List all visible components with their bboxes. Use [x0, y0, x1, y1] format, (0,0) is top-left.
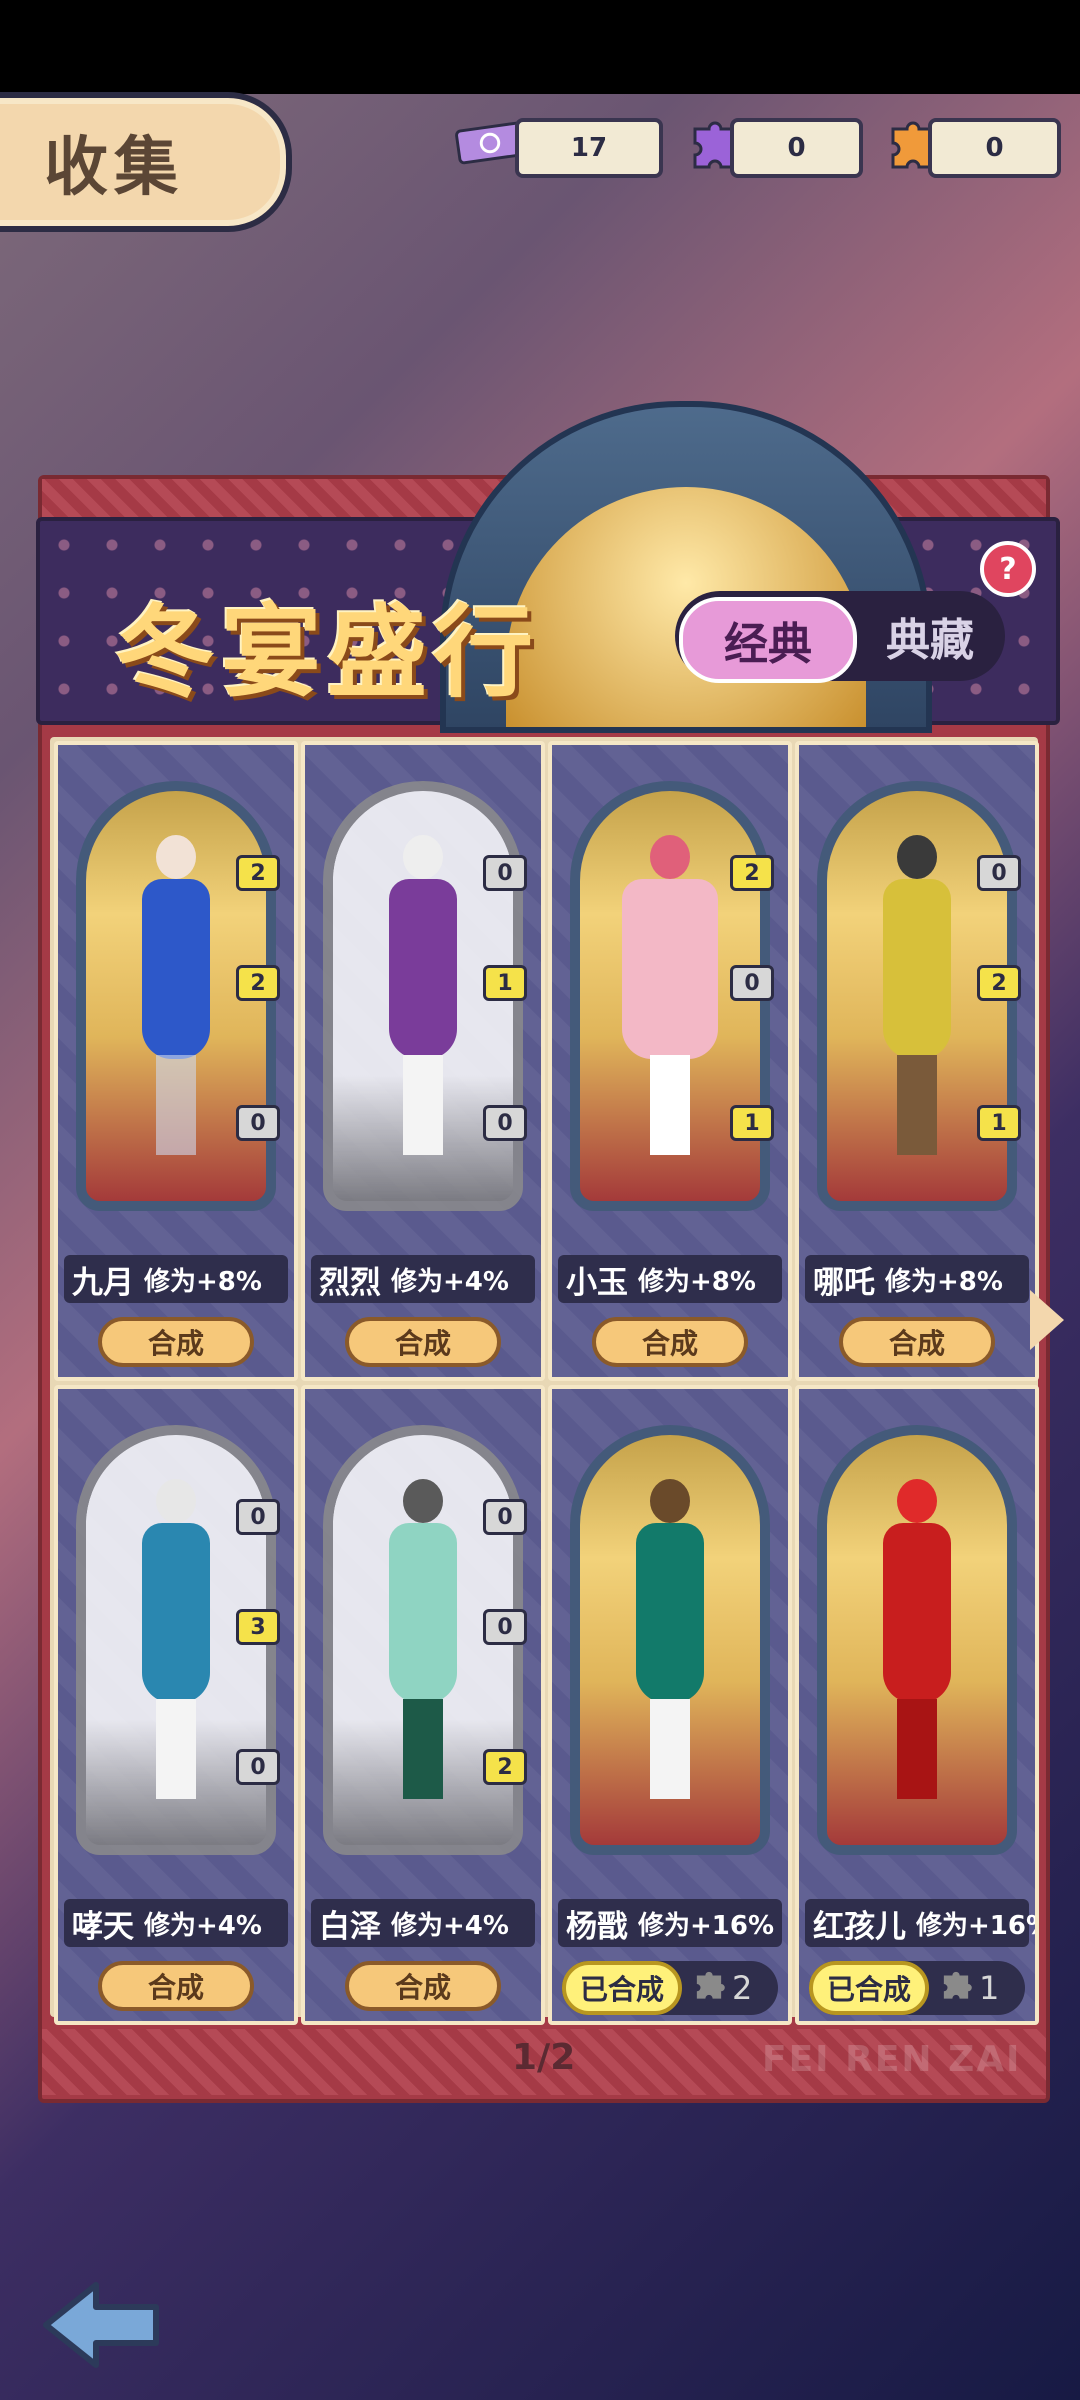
character-name: 杨戬: [566, 1908, 628, 1945]
character-figure: [128, 835, 224, 1155]
purple-puzzle-count: 0: [787, 133, 806, 163]
page-title: 收集: [44, 131, 184, 205]
card-name-bar: 白泽 修为+4%: [311, 1899, 535, 1947]
character-name: 红孩儿: [813, 1908, 906, 1945]
piece-count-badge: 2: [236, 855, 280, 891]
card-grid: 2 2 0 九月 修为+8% 合成 0 1 0 烈烈 修为+4% 合成 2 0 …: [50, 737, 1039, 2025]
synthesized-button[interactable]: 已合成: [809, 1961, 929, 2015]
piece-count-badge: 0: [236, 1105, 280, 1141]
piece-count-badge: 3: [236, 1609, 280, 1645]
bonus-text: 修为+16%: [638, 1910, 775, 1941]
character-figure: [375, 1479, 471, 1799]
piece-count-badge: 1: [977, 1105, 1021, 1141]
piece-count-badge: 0: [977, 855, 1021, 891]
character-name: 哪吒: [813, 1264, 875, 1301]
synthesize-button[interactable]: 合成: [592, 1317, 748, 1367]
synthesized-status: 已合成 2: [562, 1961, 778, 2015]
character-card-xiaotian[interactable]: 0 3 0 哮天 修为+4% 合成: [54, 1385, 298, 2025]
character-card-yangjian[interactable]: 杨戬 修为+16% 已合成 2: [548, 1385, 792, 2025]
piece-count-badge: 1: [483, 965, 527, 1001]
duplicate-count-value: 1: [979, 1969, 1000, 2007]
event-title: 冬宴盛行: [115, 594, 539, 711]
character-card-nezha[interactable]: 0 2 1 哪吒 修为+8% 合成: [795, 741, 1039, 1381]
character-name: 哮天: [72, 1908, 134, 1945]
orange-puzzle-counter: 0: [928, 118, 1061, 178]
bonus-text: 修为+4%: [391, 1266, 509, 1297]
bonus-text: 修为+4%: [391, 1910, 509, 1941]
next-page-arrow-icon[interactable]: [1030, 1290, 1064, 1350]
card-name-bar: 红孩儿 修为+16%: [805, 1899, 1035, 1947]
collection-mode-toggle[interactable]: 经典 典藏: [675, 591, 1005, 683]
page-title-badge: 收集: [0, 92, 292, 232]
character-card-jiuyue[interactable]: 2 2 0 九月 修为+8% 合成: [54, 741, 298, 1381]
bonus-text: 修为+16%: [916, 1910, 1039, 1941]
character-card-lielie[interactable]: 0 1 0 烈烈 修为+4% 合成: [301, 741, 545, 1381]
character-name: 九月: [72, 1264, 134, 1301]
watermark: FEI REN ZAI: [762, 2039, 1022, 2080]
puzzle-piece-icon: [692, 1967, 726, 2009]
character-figure: [375, 835, 471, 1155]
synthesize-button[interactable]: 合成: [98, 1961, 254, 2011]
piece-count-badge: 0: [483, 1499, 527, 1535]
piece-count-badge: 0: [236, 1499, 280, 1535]
piece-count-badge: 0: [483, 1609, 527, 1645]
piece-count-badge: 0: [236, 1749, 280, 1785]
duplicate-count: 1: [939, 1961, 1019, 2015]
character-figure: [869, 1479, 965, 1799]
puzzle-piece-icon: [939, 1967, 973, 2009]
character-figure: [622, 835, 718, 1155]
character-figure: [128, 1479, 224, 1799]
bonus-text: 修为+4%: [144, 1910, 262, 1941]
collector-tab[interactable]: 典藏: [860, 605, 1000, 667]
bonus-text: 修为+8%: [885, 1266, 1003, 1297]
piece-count-badge: 0: [483, 855, 527, 891]
purple-puzzle-counter: 0: [730, 118, 863, 178]
character-name: 烈烈: [319, 1264, 381, 1301]
synthesize-button[interactable]: 合成: [345, 1961, 501, 2011]
synthesized-status: 已合成 1: [809, 1961, 1025, 2015]
card-name-bar: 哪吒 修为+8%: [805, 1255, 1029, 1303]
ticket-count: 17: [570, 133, 608, 163]
piece-count-badge: 0: [483, 1105, 527, 1141]
classic-tab[interactable]: 经典: [679, 597, 857, 683]
bonus-text: 修为+8%: [638, 1266, 756, 1297]
card-name-bar: 哮天 修为+4%: [64, 1899, 288, 1947]
event-banner: 冬宴盛行 经典 典藏 ?: [36, 401, 1060, 733]
synthesize-button[interactable]: 合成: [98, 1317, 254, 1367]
status-bar: [0, 0, 1080, 94]
piece-count-badge: 1: [730, 1105, 774, 1141]
back-button[interactable]: [36, 2275, 166, 2375]
duplicate-count: 2: [692, 1961, 772, 2015]
piece-count-badge: 2: [977, 965, 1021, 1001]
synthesized-button[interactable]: 已合成: [562, 1961, 682, 2015]
piece-count-badge: 2: [730, 855, 774, 891]
character-card-xiaoyu[interactable]: 2 0 1 小玉 修为+8% 合成: [548, 741, 792, 1381]
synthesize-button[interactable]: 合成: [345, 1317, 501, 1367]
character-card-baize[interactable]: 0 0 2 白泽 修为+4% 合成: [301, 1385, 545, 2025]
bonus-text: 修为+8%: [144, 1266, 262, 1297]
character-figure: [622, 1479, 718, 1799]
collection-panel: 冬宴盛行 经典 典藏 ? 2 2 0 九月 修为+8% 合成 0 1 0 烈烈 …: [36, 401, 1060, 2103]
character-name: 小玉: [566, 1264, 628, 1301]
card-name-bar: 烈烈 修为+4%: [311, 1255, 535, 1303]
card-name-bar: 杨戬 修为+16%: [558, 1899, 782, 1947]
piece-count-badge: 0: [730, 965, 774, 1001]
orange-puzzle-count: 0: [985, 133, 1004, 163]
piece-count-badge: 2: [483, 1749, 527, 1785]
duplicate-count-value: 2: [732, 1969, 753, 2007]
character-card-honghaier[interactable]: 红孩儿 修为+16% 已合成 1: [795, 1385, 1039, 2025]
page-indicator: 1/2: [512, 2037, 576, 2078]
piece-count-badge: 2: [236, 965, 280, 1001]
character-name: 白泽: [319, 1908, 381, 1945]
character-figure: [869, 835, 965, 1155]
card-name-bar: 小玉 修为+8%: [558, 1255, 782, 1303]
card-name-bar: 九月 修为+8%: [64, 1255, 288, 1303]
back-arrow-icon: [43, 2282, 159, 2368]
synthesize-button[interactable]: 合成: [839, 1317, 995, 1367]
help-icon[interactable]: ?: [980, 541, 1036, 597]
ticket-counter: 17: [515, 118, 663, 178]
